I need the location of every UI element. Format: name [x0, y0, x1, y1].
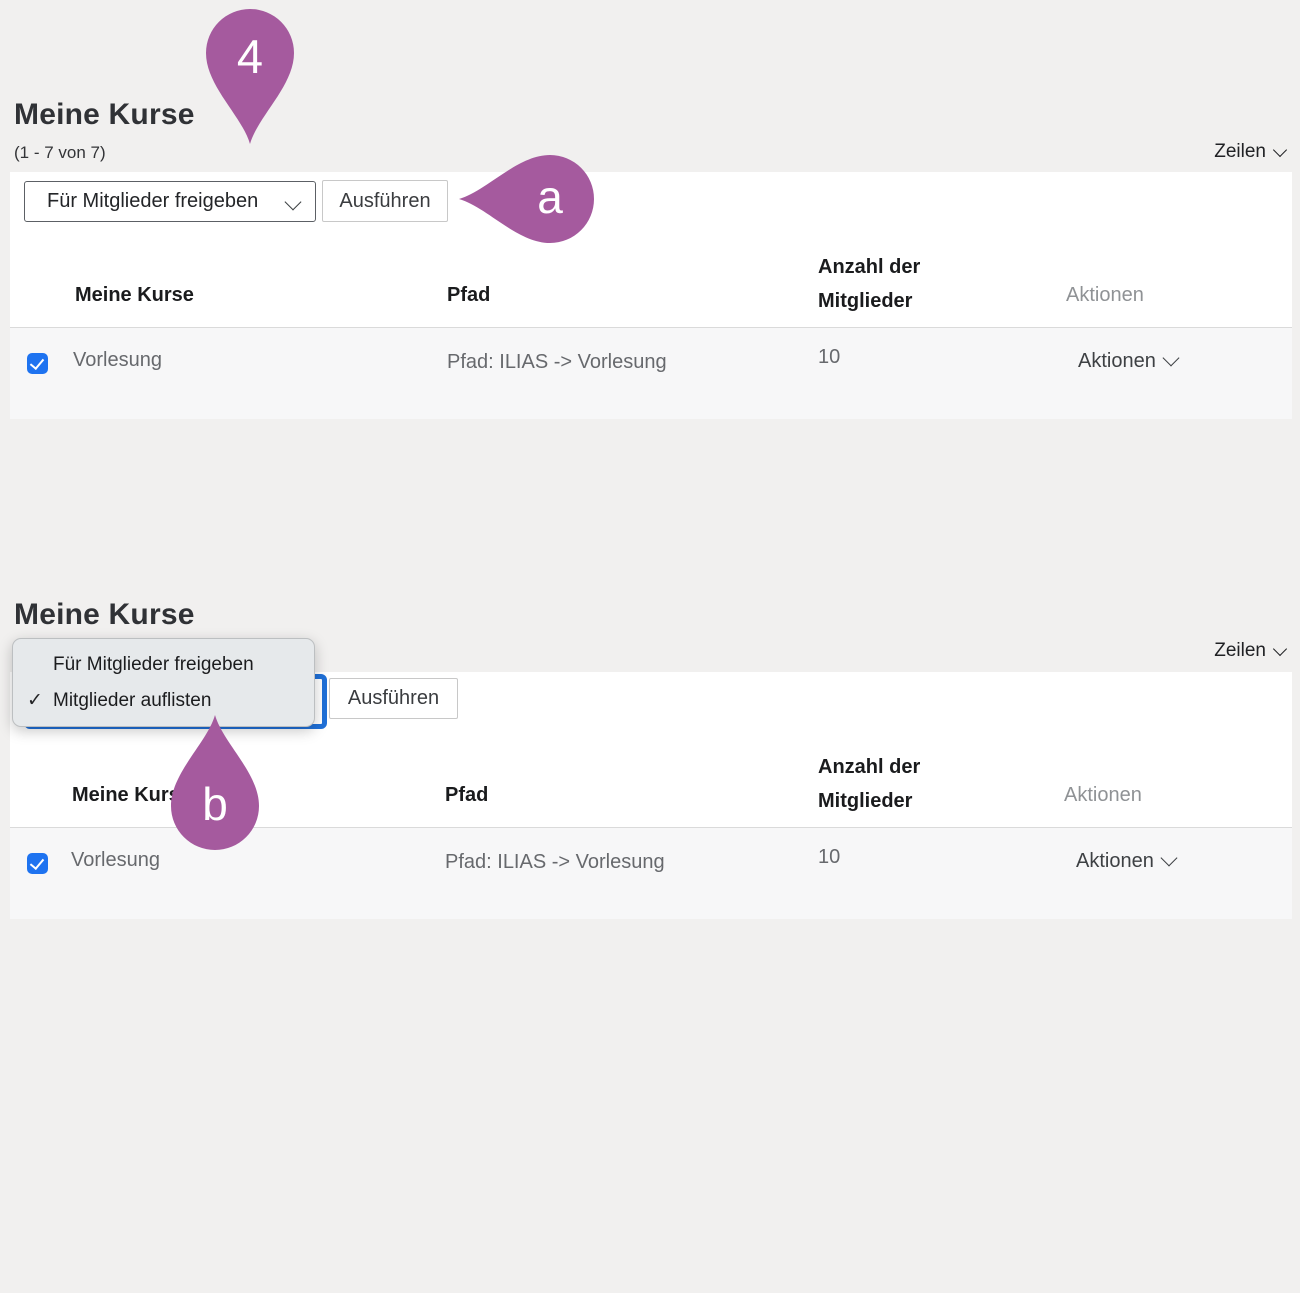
menu-item-label: Mitglieder auflisten — [53, 690, 211, 711]
chevron-down-icon — [1273, 143, 1287, 157]
page-bottom-strip — [0, 1293, 1300, 1300]
column-header-actions: Aktionen — [1064, 784, 1142, 807]
row-member-count: 10 — [818, 346, 840, 369]
result-count: (1 - 7 von 7) — [14, 143, 106, 163]
column-header-path: Pfad — [447, 284, 490, 307]
row-course-name: Vorlesung — [73, 349, 162, 372]
menu-item-auflisten[interactable]: ✓ Mitglieder auflisten — [13, 683, 314, 719]
rows-dropdown-label: Zeilen — [1214, 640, 1266, 661]
check-icon — [30, 355, 44, 370]
page-title: Meine Kurse — [14, 598, 195, 632]
step-marker-pin-icon — [205, 6, 295, 146]
row-actions-label: Aktionen — [1078, 350, 1156, 372]
bulk-action-select[interactable]: Für Mitglieder freigeben — [24, 181, 316, 222]
row-path: Pfad: ILIAS -> Vorlesung — [447, 351, 667, 374]
rows-dropdown-label: Zeilen — [1214, 141, 1266, 162]
execute-button[interactable]: Ausführen — [329, 678, 458, 719]
bulk-action-select-value: Für Mitglieder freigeben — [47, 190, 258, 212]
row-actions-label: Aktionen — [1076, 850, 1154, 872]
bulk-action-open-menu: Für Mitglieder freigeben ✓ Mitglieder au… — [12, 638, 315, 727]
check-icon: ✓ — [27, 683, 43, 719]
column-header-members: Anzahl der Mitglieder — [818, 250, 978, 318]
column-header-course: Meine Kurse — [72, 784, 191, 807]
rows-dropdown[interactable]: Zeilen — [1214, 141, 1285, 163]
step-marker-label: 4 — [205, 33, 295, 80]
chevron-down-icon — [285, 194, 302, 211]
table-row: Vorlesung Pfad: ILIAS -> Vorlesung 10 Ak… — [10, 328, 1292, 419]
column-header-path: Pfad — [445, 784, 488, 807]
row-member-count: 10 — [818, 846, 840, 869]
row-checkbox[interactable] — [27, 853, 48, 874]
row-path: Pfad: ILIAS -> Vorlesung — [445, 851, 665, 874]
column-header-members: Anzahl der Mitglieder — [818, 750, 978, 818]
row-course-name: Vorlesung — [71, 849, 160, 872]
chevron-down-icon — [1160, 850, 1177, 867]
execute-button[interactable]: Ausführen — [322, 180, 448, 222]
chevron-down-icon — [1273, 642, 1287, 656]
table-row: Vorlesung Pfad: ILIAS -> Vorlesung 10 Ak… — [10, 828, 1292, 919]
rows-dropdown[interactable]: Zeilen — [1214, 640, 1285, 662]
menu-item-label: Für Mitglieder freigeben — [53, 654, 254, 675]
menu-item-freigeben[interactable]: Für Mitglieder freigeben — [13, 647, 314, 683]
column-header-actions: Aktionen — [1066, 284, 1144, 307]
check-icon — [30, 855, 44, 870]
chevron-down-icon — [1162, 350, 1179, 367]
courses-table-panel-1: Für Mitglieder freigeben Ausführen Meine… — [10, 172, 1292, 419]
row-actions-dropdown[interactable]: Aktionen — [1078, 350, 1177, 373]
page-title: Meine Kurse — [14, 98, 195, 132]
row-checkbox[interactable] — [27, 353, 48, 374]
column-header-course: Meine Kurse — [75, 284, 194, 307]
row-actions-dropdown[interactable]: Aktionen — [1076, 850, 1175, 873]
